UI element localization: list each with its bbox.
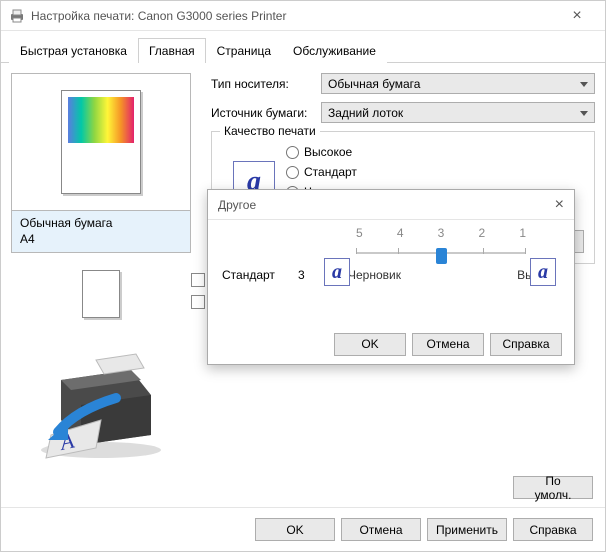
tab-quick-setup[interactable]: Быстрая установка	[9, 38, 138, 63]
orientation-preview	[11, 267, 191, 321]
paper-source-label: Источник бумаги:	[211, 106, 321, 120]
quality-radio-high[interactable]	[286, 146, 299, 159]
quality-high-icon: a	[530, 258, 556, 286]
paper-type-value: Обычная бумага	[20, 216, 182, 232]
tab-main[interactable]: Главная	[138, 38, 206, 63]
slider-low-label: Черновик	[348, 268, 401, 282]
media-type-value: Обычная бумага	[328, 77, 420, 91]
dialog-close-icon[interactable]: ×	[555, 196, 564, 214]
tab-maintenance[interactable]: Обслуживание	[282, 38, 387, 63]
paper-size-value: A4	[20, 232, 182, 248]
media-type-label: Тип носителя:	[211, 77, 321, 91]
defaults-button[interactable]: По умолч.	[513, 476, 593, 499]
window-title: Настройка печати: Canon G3000 series Pri…	[31, 9, 557, 23]
checkbox-stub-1[interactable]	[191, 273, 205, 287]
checkbox-stub-2[interactable]	[191, 295, 205, 309]
preview-color-band	[68, 97, 134, 143]
dialog-ok-button[interactable]: OK	[334, 333, 406, 356]
quality-opt-standard: Стандарт	[304, 165, 357, 179]
printer-icon	[9, 8, 25, 24]
quality-slider[interactable]	[348, 242, 550, 264]
tab-strip: Быстрая установка Главная Страница Обслу…	[1, 37, 605, 63]
ok-button[interactable]: OK	[255, 518, 335, 541]
level-value: 3	[298, 268, 305, 282]
quality-group-title: Качество печати	[220, 124, 320, 138]
paper-source-select[interactable]: Задний лоток	[321, 102, 595, 123]
custom-quality-dialog: Другое × 5 4 3 2 1	[207, 189, 575, 365]
dialog-title: Другое	[218, 198, 555, 212]
quality-low-icon: a	[324, 258, 350, 286]
close-icon[interactable]: ×	[557, 7, 597, 25]
dialog-cancel-button[interactable]: Отмена	[412, 333, 484, 356]
quality-opt-high: Высокое	[304, 145, 352, 159]
printer-illustration: A	[11, 321, 191, 466]
level-label: Стандарт	[222, 268, 275, 282]
paper-info-box: Обычная бумага A4	[11, 211, 191, 253]
dialog-help-button[interactable]: Справка	[490, 333, 562, 356]
paper-source-value: Задний лоток	[328, 106, 403, 120]
slider-thumb[interactable]	[436, 248, 447, 264]
cancel-button[interactable]: Отмена	[341, 518, 421, 541]
footer: OK Отмена Применить Справка	[1, 507, 605, 551]
tab-page[interactable]: Страница	[206, 38, 282, 63]
media-type-select[interactable]: Обычная бумага	[321, 73, 595, 94]
apply-button[interactable]: Применить	[427, 518, 507, 541]
quality-radio-standard[interactable]	[286, 166, 299, 179]
page-preview	[11, 73, 191, 211]
help-button[interactable]: Справка	[513, 518, 593, 541]
slider-tick-labels: 5 4 3 2 1	[348, 226, 550, 240]
titlebar: Настройка печати: Canon G3000 series Pri…	[1, 1, 605, 31]
